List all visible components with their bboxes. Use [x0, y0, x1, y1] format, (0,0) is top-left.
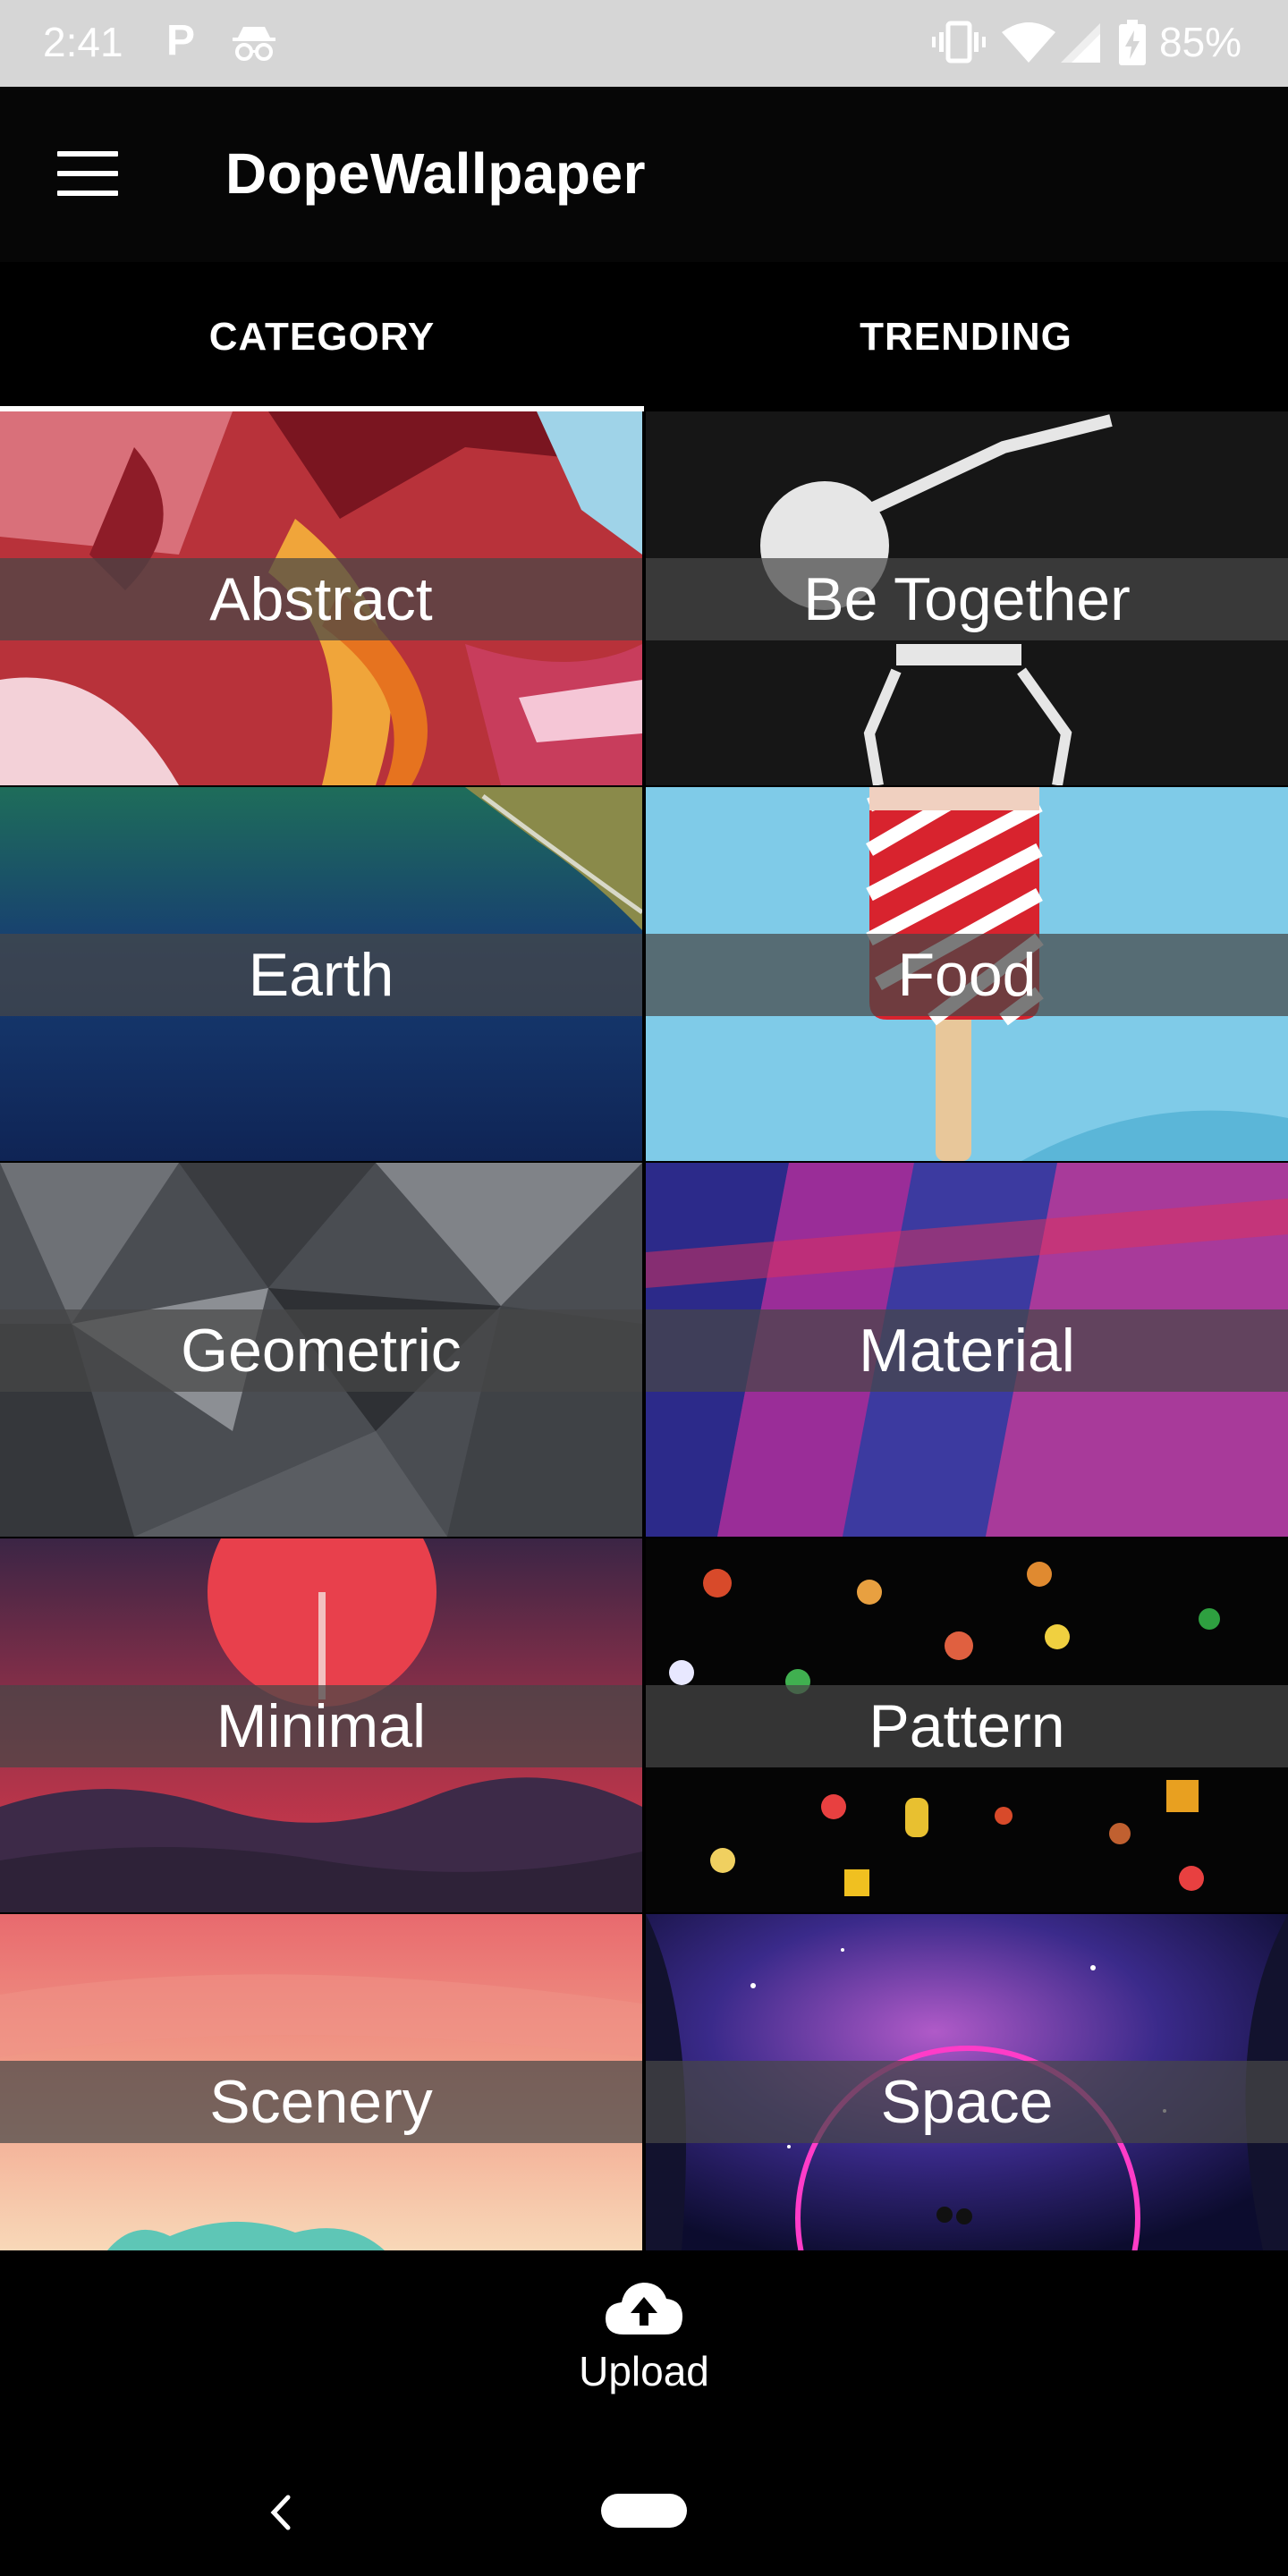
category-tile-minimal[interactable]: Minimal [0, 1538, 642, 1912]
tab-bar: CATEGORY TRENDING [0, 262, 1288, 411]
battery-charging-icon [1119, 20, 1146, 65]
category-label: Minimal [216, 1692, 427, 1760]
upload-label: Upload [579, 2348, 709, 2394]
wifi-icon [1002, 22, 1055, 63]
back-icon[interactable] [258, 2481, 302, 2544]
category-label: Scenery [209, 2068, 433, 2136]
category-label: Geometric [181, 1317, 462, 1385]
category-label: Earth [248, 941, 394, 1009]
category-tile-geometric[interactable]: Geometric [0, 1163, 642, 1537]
category-grid: Abstract Be Together Earth Food Geometri… [0, 411, 1288, 2250]
category-label: Food [897, 941, 1037, 1009]
category-tile-abstract[interactable]: Abstract [0, 411, 642, 785]
category-label: Space [880, 2068, 1054, 2136]
battery-percentage: 85% [1159, 19, 1242, 65]
category-label: Pattern [869, 1692, 1065, 1760]
category-tile-earth[interactable]: Earth [0, 787, 642, 1161]
vibrate-icon [932, 21, 986, 64]
cell-signal-icon [1061, 23, 1100, 63]
category-tile-pattern[interactable]: Pattern [646, 1538, 1288, 1912]
bottom-bar: Upload [0, 2250, 1288, 2447]
app-title: DopeWallpaper [225, 141, 646, 206]
app-bar: DopeWallpaper [0, 87, 1288, 262]
category-tile-material[interactable]: Material [646, 1163, 1288, 1537]
status-time: 2:41 [43, 19, 123, 65]
upload-button[interactable]: Upload [555, 2277, 733, 2411]
cloud-upload-icon [606, 2283, 682, 2334]
incognito-icon [233, 27, 275, 61]
category-tile-be-together[interactable]: Be Together [646, 411, 1288, 785]
category-label: Material [859, 1317, 1075, 1385]
parking-icon: P [166, 17, 196, 64]
category-tile-food[interactable]: Food [646, 787, 1288, 1161]
tab-category[interactable]: CATEGORY [0, 262, 644, 411]
category-tile-space[interactable]: Space [646, 1914, 1288, 2250]
category-label: Abstract [209, 565, 433, 633]
status-bar: 2:41 P 85% [0, 0, 1288, 87]
system-nav-bar [0, 2447, 1288, 2576]
category-tile-scenery[interactable]: Scenery [0, 1914, 642, 2250]
tab-trending[interactable]: TRENDING [644, 262, 1288, 411]
menu-icon[interactable] [48, 142, 127, 205]
home-pill-icon[interactable] [601, 2494, 687, 2528]
category-label: Be Together [803, 565, 1131, 633]
